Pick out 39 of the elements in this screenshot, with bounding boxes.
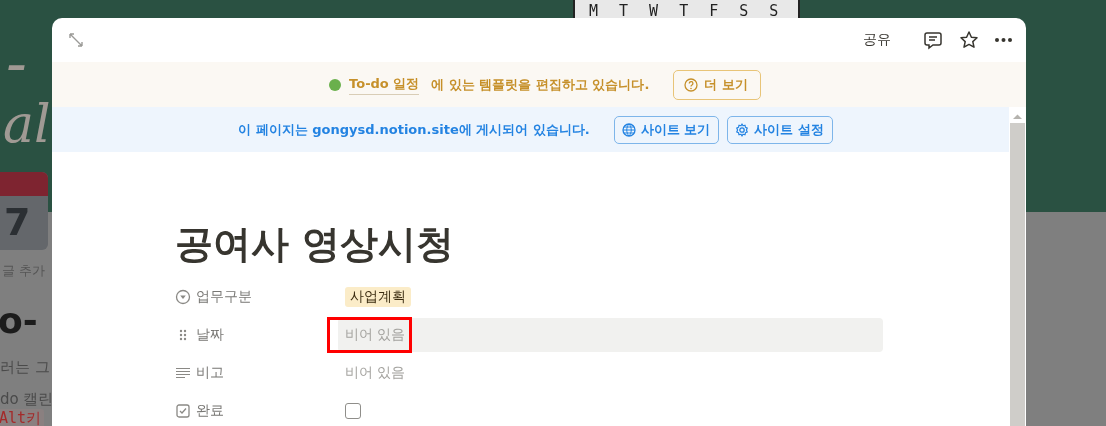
status-dot-icon: [329, 78, 342, 91]
select-tag: 사업계획: [345, 287, 411, 307]
globe-icon: [621, 122, 636, 137]
dropdown-icon: [175, 289, 191, 305]
page-title: 공여사 영상시청: [175, 221, 456, 268]
comment-icon: [923, 30, 943, 50]
page-title-fragment: al: [3, 98, 51, 150]
site-settings-button[interactable]: 사이트 설정: [727, 115, 833, 144]
calendar-icon: 7: [0, 172, 48, 250]
property-value-field[interactable]: 비어 있음: [338, 318, 883, 352]
more-icon: [995, 38, 1012, 42]
empty-value[interactable]: 비어 있음: [345, 326, 406, 344]
property-label: 완료: [196, 402, 224, 420]
scrollbar-thumb[interactable]: [1010, 123, 1025, 426]
banner-message: 이 페이지는 gongysd.notion.site에 게시되어 있습니다.: [238, 120, 590, 139]
help-icon: [684, 77, 699, 92]
expand-button[interactable]: [66, 30, 86, 50]
database-link[interactable]: To-do 일정: [349, 74, 420, 95]
empty-value[interactable]: 비어 있음: [345, 364, 406, 382]
banner-message: 에 있는 템플릿을 편집하고 있습니다.: [431, 75, 650, 94]
expand-icon: [68, 32, 84, 48]
checkbox[interactable]: [345, 403, 361, 419]
learn-more-button[interactable]: 더 보기: [673, 69, 761, 100]
view-site-button[interactable]: 사이트 보기: [613, 115, 720, 144]
share-button[interactable]: 공유: [863, 31, 891, 49]
star-button[interactable]: [959, 30, 979, 50]
property-label: 날짜: [196, 326, 224, 344]
more-button[interactable]: [995, 38, 1012, 42]
checkbox-icon: [175, 403, 191, 419]
page-heading: o-: [0, 300, 38, 341]
property-label: 업무구분: [196, 288, 252, 306]
code-snippet: Alt키: [0, 409, 45, 426]
page-title-fragment: -: [6, 32, 27, 94]
text-lines-icon: [175, 365, 191, 381]
star-icon: [959, 30, 979, 50]
settings-icon: [735, 122, 750, 137]
scroll-up-icon: [1012, 113, 1023, 120]
comment-button[interactable]: [923, 30, 943, 50]
property-label: 비고: [196, 364, 224, 382]
